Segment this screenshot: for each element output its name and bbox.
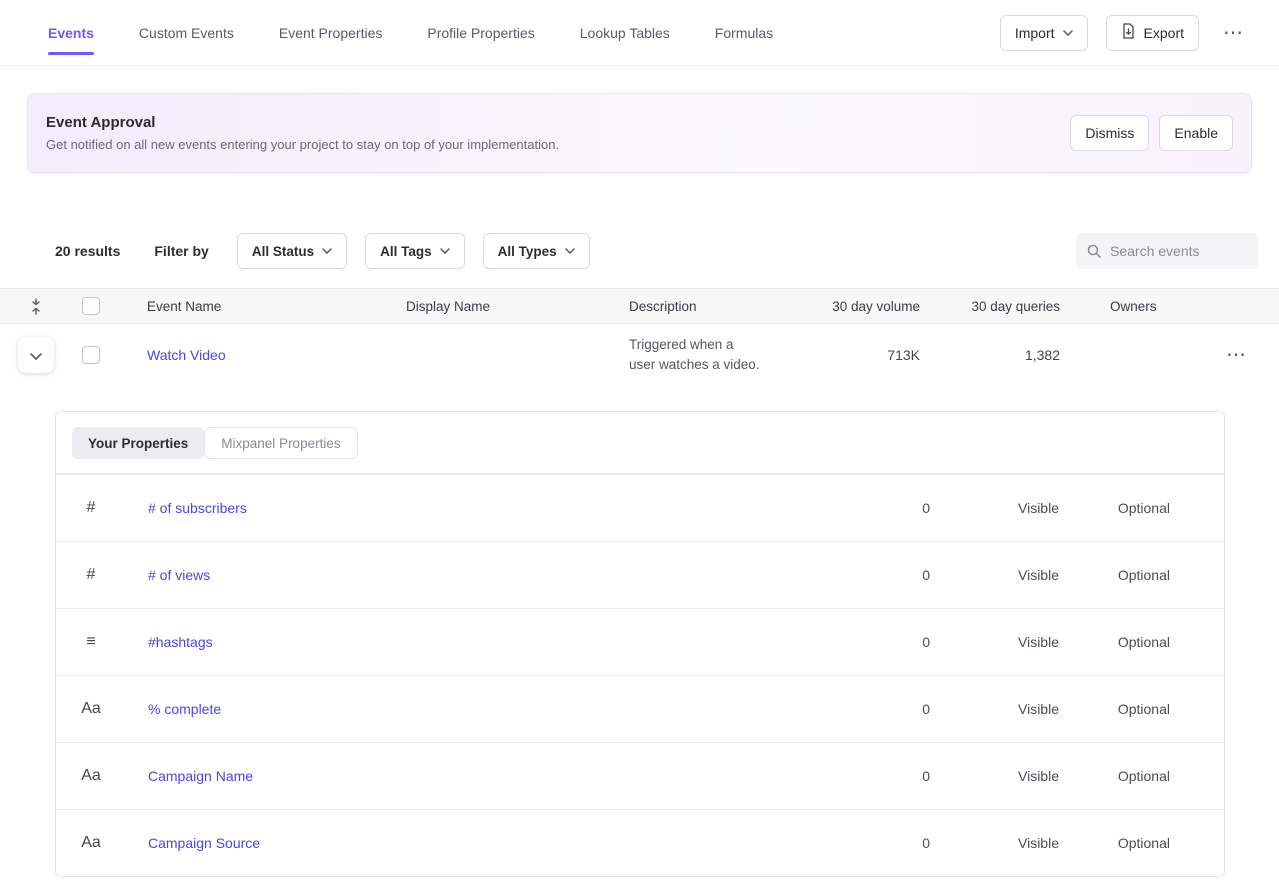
- nav-tab-lookup-tables[interactable]: Lookup Tables: [580, 19, 670, 47]
- property-visibility: Visible: [930, 701, 1059, 717]
- property-visibility: Visible: [930, 835, 1059, 851]
- property-requirement: Optional: [1059, 835, 1170, 851]
- nav-tab-event-properties[interactable]: Event Properties: [279, 19, 383, 47]
- property-requirement: Optional: [1059, 768, 1170, 784]
- property-requirement: Optional: [1059, 500, 1170, 516]
- filter-by-label: Filter by: [154, 243, 208, 259]
- property-row: Aa Campaign Source 0 Visible Optional: [56, 809, 1224, 876]
- header-display-name: Display Name: [369, 299, 592, 314]
- property-name-link[interactable]: # of subscribers: [126, 500, 830, 516]
- import-button-label: Import: [1015, 25, 1055, 41]
- property-value: 0: [830, 768, 930, 784]
- properties-tabbar: Your Properties Mixpanel Properties: [56, 412, 1224, 474]
- header-event-name: Event Name: [110, 299, 369, 314]
- property-value: 0: [830, 500, 930, 516]
- filter-bar: 20 results Filter by All Status All Tags…: [0, 233, 1279, 269]
- property-requirement: Optional: [1059, 567, 1170, 583]
- collapse-all-icon[interactable]: [0, 298, 72, 315]
- property-row: Aa % complete 0 Visible Optional: [56, 675, 1224, 742]
- tags-filter-dropdown[interactable]: All Tags: [365, 233, 465, 269]
- property-visibility: Visible: [930, 500, 1059, 516]
- property-row: # # of views 0 Visible Optional: [56, 541, 1224, 608]
- tags-filter-label: All Tags: [380, 244, 432, 259]
- banner-text: Event Approval Get notified on all new e…: [46, 114, 559, 152]
- results-count: 20 results: [55, 243, 120, 259]
- header-description: Description: [592, 299, 784, 314]
- properties-panel: Your Properties Mixpanel Properties # # …: [55, 411, 1225, 877]
- search-box: [1076, 233, 1258, 269]
- banner-actions: Dismiss Enable: [1070, 115, 1233, 151]
- property-name-link[interactable]: Campaign Name: [126, 768, 830, 784]
- topnav-actions: Import Export ⋯: [1000, 15, 1249, 51]
- row-checkbox[interactable]: [82, 346, 100, 364]
- header-queries: 30 day queries: [920, 299, 1060, 314]
- property-name-link[interactable]: Campaign Source: [126, 835, 830, 851]
- nav-tab-profile-properties[interactable]: Profile Properties: [427, 19, 534, 47]
- property-value: 0: [830, 634, 930, 650]
- text-icon: Aa: [56, 700, 126, 718]
- more-options-button[interactable]: ⋯: [1217, 23, 1249, 43]
- chevron-down-icon: [322, 248, 332, 254]
- types-filter-label: All Types: [498, 244, 557, 259]
- text-icon: Aa: [56, 767, 126, 785]
- property-visibility: Visible: [930, 634, 1059, 650]
- banner-subtitle: Get notified on all new events entering …: [46, 137, 559, 152]
- nav-tabs: Events Custom Events Event Properties Pr…: [48, 0, 773, 65]
- search-icon: [1086, 243, 1102, 259]
- chevron-down-icon: [440, 248, 450, 254]
- status-filter-dropdown[interactable]: All Status: [237, 233, 347, 269]
- import-button[interactable]: Import: [1000, 15, 1088, 51]
- property-value: 0: [830, 567, 930, 583]
- export-icon: [1121, 23, 1136, 42]
- search-input[interactable]: [1110, 243, 1248, 259]
- enable-button[interactable]: Enable: [1159, 115, 1233, 151]
- event-volume: 713K: [784, 347, 920, 363]
- nav-tab-custom-events[interactable]: Custom Events: [139, 19, 234, 47]
- chevron-down-icon: [30, 348, 42, 363]
- nav-tab-formulas[interactable]: Formulas: [715, 19, 773, 47]
- collapse-row-button[interactable]: [18, 337, 54, 373]
- number-icon: #: [56, 499, 126, 517]
- dismiss-button[interactable]: Dismiss: [1070, 115, 1149, 151]
- event-description: Triggered when a user watches a video.: [592, 335, 784, 374]
- tab-your-properties[interactable]: Your Properties: [72, 427, 204, 459]
- chevron-down-icon: [1063, 30, 1073, 36]
- event-name-link[interactable]: Watch Video: [147, 347, 226, 363]
- property-name-link[interactable]: # of views: [126, 567, 830, 583]
- property-row: # # of subscribers 0 Visible Optional: [56, 474, 1224, 541]
- event-approval-banner: Event Approval Get notified on all new e…: [27, 93, 1252, 173]
- nav-tab-events[interactable]: Events: [48, 19, 94, 47]
- property-name-link[interactable]: #hashtags: [126, 634, 830, 650]
- export-button-label: Export: [1144, 25, 1184, 41]
- property-value: 0: [830, 835, 930, 851]
- chevron-down-icon: [565, 248, 575, 254]
- property-name-link[interactable]: % complete: [126, 701, 830, 717]
- select-all-checkbox[interactable]: [82, 297, 100, 315]
- property-row: Aa Campaign Name 0 Visible Optional: [56, 742, 1224, 809]
- top-navigation: Events Custom Events Event Properties Pr…: [0, 0, 1279, 66]
- row-more-button[interactable]: ⋯: [1220, 345, 1252, 365]
- banner-title: Event Approval: [46, 114, 559, 131]
- tab-mixpanel-properties[interactable]: Mixpanel Properties: [204, 427, 357, 459]
- event-table-row: Watch Video Triggered when a user watche…: [0, 324, 1279, 386]
- property-requirement: Optional: [1059, 701, 1170, 717]
- property-row: ≡ #hashtags 0 Visible Optional: [56, 608, 1224, 675]
- header-volume: 30 day volume: [784, 299, 920, 314]
- header-owners: Owners: [1060, 299, 1214, 314]
- export-button[interactable]: Export: [1106, 15, 1199, 51]
- list-icon: ≡: [56, 633, 126, 651]
- property-visibility: Visible: [930, 768, 1059, 784]
- property-requirement: Optional: [1059, 634, 1170, 650]
- property-visibility: Visible: [930, 567, 1059, 583]
- text-icon: Aa: [56, 834, 126, 852]
- event-queries: 1,382: [920, 347, 1060, 363]
- number-icon: #: [56, 566, 126, 584]
- status-filter-label: All Status: [252, 244, 314, 259]
- property-value: 0: [830, 701, 930, 717]
- events-table-header: Event Name Display Name Description 30 d…: [0, 288, 1279, 324]
- types-filter-dropdown[interactable]: All Types: [483, 233, 590, 269]
